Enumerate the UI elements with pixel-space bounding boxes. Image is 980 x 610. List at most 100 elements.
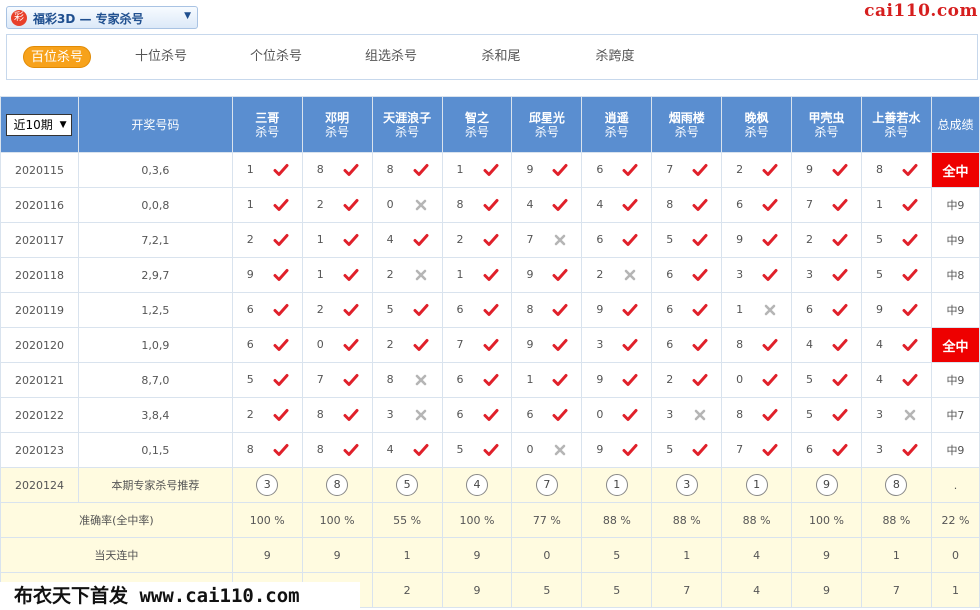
expert-header[interactable]: 上善若水 杀号 bbox=[860, 96, 932, 153]
check-icon bbox=[692, 267, 708, 283]
kill-number: 7 bbox=[736, 443, 744, 456]
kill-cell: 2 bbox=[301, 187, 373, 223]
expert-header[interactable]: 邱星光 杀号 bbox=[511, 96, 583, 153]
lottery-type-select[interactable]: 彩 福彩3D — 专家杀号 ▼ bbox=[6, 6, 198, 29]
last-row-value: 4 bbox=[721, 572, 793, 608]
check-icon bbox=[413, 337, 429, 353]
recommend-label: 本期专家杀号推荐 bbox=[77, 467, 233, 503]
draw-number: 8,7,0 bbox=[77, 362, 233, 398]
expert-sub: 杀号 bbox=[255, 124, 280, 139]
lottery-logo-icon: 彩 bbox=[11, 10, 27, 26]
recommend-number: 5 bbox=[396, 474, 419, 496]
last-row-value: 9 bbox=[441, 572, 513, 608]
last-row-value: 5 bbox=[511, 572, 583, 608]
kill-number: 6 bbox=[456, 408, 464, 421]
expert-header[interactable]: 三哥 杀号 bbox=[231, 96, 303, 153]
expert-sub: 杀号 bbox=[604, 124, 629, 139]
tab-sum-tail[interactable]: 杀和尾 bbox=[471, 46, 531, 68]
kill-cell: 1 bbox=[301, 257, 373, 293]
accuracy-value: 100 % bbox=[791, 502, 862, 538]
kill-cell: 7 bbox=[511, 222, 583, 258]
cross-icon bbox=[902, 407, 918, 423]
tab-units[interactable]: 个位杀号 bbox=[242, 46, 310, 68]
kill-number: 9 bbox=[875, 303, 883, 316]
check-icon bbox=[273, 337, 289, 353]
tab-span[interactable]: 杀跨度 bbox=[585, 46, 645, 68]
expert-sub: 杀号 bbox=[814, 124, 839, 139]
kill-cell: 5 bbox=[441, 432, 513, 468]
expert-header[interactable]: 逍遥 杀号 bbox=[581, 96, 653, 153]
check-icon bbox=[762, 232, 778, 248]
top-bar: 彩 福彩3D — 专家杀号 ▼ cai110.com 百位杀号 十位杀号 个位杀… bbox=[0, 0, 980, 90]
check-icon bbox=[832, 197, 848, 213]
kill-number: 9 bbox=[526, 163, 534, 176]
check-icon bbox=[413, 302, 429, 318]
kill-number: 8 bbox=[386, 163, 394, 176]
tab-group[interactable]: 组选杀号 bbox=[357, 46, 425, 68]
kill-number: 8 bbox=[316, 163, 324, 176]
expert-header[interactable]: 智之 杀号 bbox=[441, 96, 513, 153]
expert-name: 逍遥 bbox=[604, 110, 629, 125]
kill-cell: 1 bbox=[441, 152, 513, 188]
recommend-number: 7 bbox=[535, 474, 558, 496]
issue-number: 2020115 bbox=[0, 152, 79, 188]
accuracy-total: 22 % bbox=[930, 502, 980, 538]
kill-cell: 4 bbox=[371, 222, 443, 258]
kill-cell: 8 bbox=[721, 397, 793, 433]
cross-icon bbox=[413, 407, 429, 423]
kill-cell: 7 bbox=[791, 187, 862, 223]
recommend-number: 4 bbox=[466, 474, 488, 496]
kill-number: 0 bbox=[596, 408, 604, 421]
expert-header[interactable]: 甲壳虫 杀号 bbox=[791, 96, 862, 153]
kill-cell: 0 bbox=[511, 432, 583, 468]
check-icon bbox=[832, 162, 848, 178]
expert-kill-table: 近10期 ▼ 开奖号码 三哥 杀号 邓明 杀号 天涯浪子 杀号 智之 杀号 邱星光 杀号 逍… bbox=[0, 96, 980, 608]
check-icon bbox=[413, 232, 429, 248]
table-row: 2020117 7,2,1 2 1 4 2 7 6 5 9 2 5 中9 bbox=[0, 222, 980, 258]
kill-cell: 6 bbox=[441, 292, 513, 328]
table-row: 2020121 8,7,0 5 7 8 6 1 9 2 0 5 4 中9 bbox=[0, 362, 980, 398]
kill-cell: 6 bbox=[791, 292, 862, 328]
issue-number: 2020116 bbox=[0, 187, 79, 223]
kill-cell: 6 bbox=[651, 257, 723, 293]
accuracy-value: 88 % bbox=[860, 502, 932, 538]
kill-number: 8 bbox=[666, 198, 674, 211]
kill-number: 8 bbox=[246, 443, 254, 456]
kill-cell: 0 bbox=[301, 327, 373, 363]
kill-cell: 8 bbox=[301, 397, 373, 433]
tab-hundreds[interactable]: 百位杀号 bbox=[23, 46, 91, 68]
total-score: 中9 bbox=[930, 432, 980, 468]
kill-cell: 8 bbox=[371, 152, 443, 188]
kill-cell: 5 bbox=[791, 362, 862, 398]
check-icon bbox=[483, 407, 499, 423]
table-row: 2020120 1,0,9 6 0 2 7 9 3 6 8 4 4 全中 bbox=[0, 327, 980, 363]
expert-header[interactable]: 天涯浪子 杀号 bbox=[371, 96, 443, 153]
total-score: 中9 bbox=[930, 292, 980, 328]
kill-cell: 1 bbox=[860, 187, 932, 223]
kill-cell: 8 bbox=[301, 432, 373, 468]
check-icon bbox=[902, 302, 918, 318]
check-icon bbox=[273, 162, 289, 178]
expert-header[interactable]: 邓明 杀号 bbox=[301, 96, 373, 153]
last-row-value: 9 bbox=[791, 572, 862, 608]
kill-cell: 2 bbox=[371, 257, 443, 293]
check-icon bbox=[832, 372, 848, 388]
kill-number: 9 bbox=[526, 338, 534, 351]
kill-number: 1 bbox=[736, 303, 744, 316]
brand-logo[interactable]: cai110.com bbox=[864, 1, 978, 21]
recommend-row: 2020124 本期专家杀号推荐 3 8 5 4 7 1 3 1 9 8. bbox=[0, 467, 980, 503]
expert-header[interactable]: 烟雨楼 杀号 bbox=[651, 96, 723, 153]
kill-number: 8 bbox=[875, 163, 883, 176]
tab-tens[interactable]: 十位杀号 bbox=[127, 46, 195, 68]
kill-number: 2 bbox=[246, 408, 254, 421]
kill-cell: 1 bbox=[721, 292, 793, 328]
kill-cell: 3 bbox=[581, 327, 653, 363]
kill-cell: 3 bbox=[371, 397, 443, 433]
kill-number: 8 bbox=[736, 338, 744, 351]
accuracy-value: 88 % bbox=[651, 502, 723, 538]
kill-cell: 6 bbox=[441, 362, 513, 398]
period-select[interactable]: 近10期 ▼ bbox=[6, 113, 73, 136]
expert-header[interactable]: 晚枫 杀号 bbox=[721, 96, 793, 153]
check-icon bbox=[692, 232, 708, 248]
table-header: 近10期 ▼ 开奖号码 三哥 杀号 邓明 杀号 天涯浪子 杀号 智之 杀号 邱星光 杀号 逍… bbox=[0, 96, 980, 153]
